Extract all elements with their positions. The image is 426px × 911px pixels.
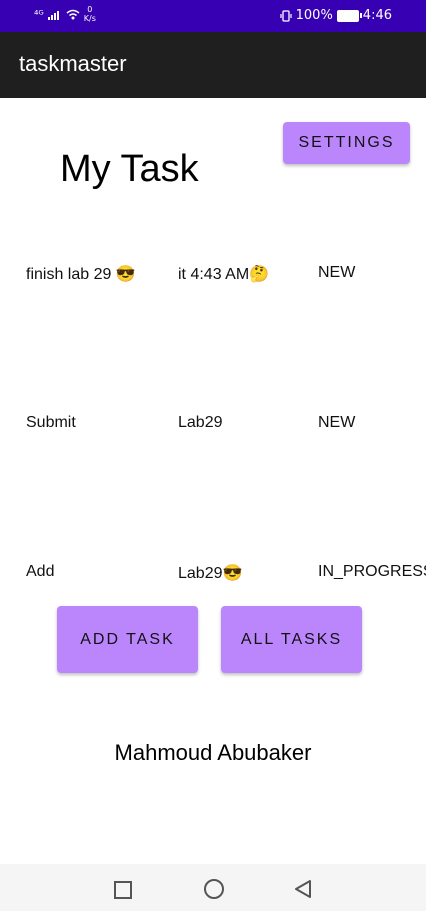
battery-percent: 100% bbox=[295, 8, 333, 23]
task-title[interactable]: Add bbox=[26, 563, 54, 581]
add-task-button[interactable]: ADD TASK bbox=[57, 606, 198, 673]
speed-value: 0 bbox=[87, 5, 93, 14]
recent-apps-icon[interactable] bbox=[114, 881, 132, 899]
task-body[interactable]: it 4:43 AM🤔 bbox=[178, 264, 269, 284]
app-bar: taskmaster bbox=[0, 32, 426, 98]
home-icon[interactable] bbox=[204, 879, 224, 899]
vibrate-icon bbox=[280, 9, 292, 22]
all-tasks-button[interactable]: ALL TASKS bbox=[221, 606, 362, 673]
navigation-bar bbox=[0, 864, 426, 911]
app-title: taskmaster bbox=[19, 51, 127, 76]
user-name: Mahmoud Abubaker bbox=[114, 740, 312, 765]
status-right: 100% 4:46 bbox=[280, 8, 392, 23]
page-title: My Task bbox=[60, 148, 199, 190]
task-title[interactable]: Submit bbox=[26, 414, 76, 432]
task-state[interactable]: IN_PROGRESS bbox=[318, 563, 426, 581]
back-icon[interactable] bbox=[294, 879, 312, 899]
network-speed: 0 K/s bbox=[84, 5, 96, 23]
signal-icon bbox=[47, 10, 59, 20]
task-state[interactable]: NEW bbox=[318, 414, 355, 432]
battery-icon bbox=[336, 9, 362, 22]
network-type: ⁴ᴳ bbox=[34, 7, 44, 21]
settings-button[interactable]: SETTINGS bbox=[283, 122, 410, 164]
status-bar: ⁴ᴳ 0 K/s 100% 4:46 bbox=[0, 0, 426, 32]
wifi-icon bbox=[66, 9, 80, 19]
task-state[interactable]: NEW bbox=[318, 264, 355, 282]
task-title[interactable]: finish lab 29 😎 bbox=[26, 264, 136, 284]
status-left: ⁴ᴳ 0 K/s bbox=[34, 5, 96, 23]
speed-unit: K/s bbox=[83, 14, 96, 23]
clock: 4:46 bbox=[362, 8, 392, 23]
task-body[interactable]: Lab29😎 bbox=[178, 563, 242, 583]
task-body[interactable]: Lab29 bbox=[178, 414, 223, 432]
